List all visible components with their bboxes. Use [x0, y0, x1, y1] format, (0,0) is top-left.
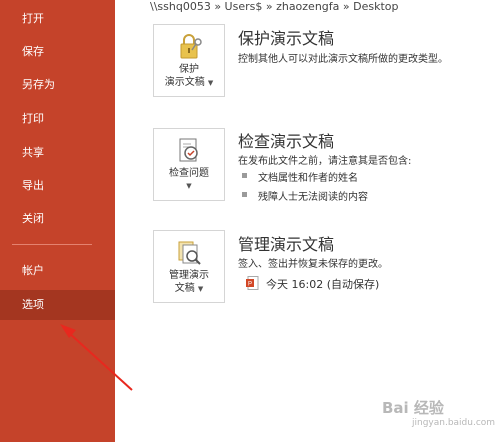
protect-presentation-button[interactable]: 保护 演示文稿 ▼ [153, 24, 225, 97]
sidebar-item-save-as[interactable]: 另存为 [0, 70, 115, 100]
sidebar-item-close[interactable]: 关闭 [0, 204, 115, 234]
autosave-version-link[interactable]: 今天 16:02 (自动保存) [266, 276, 379, 292]
protect-section-title: 保护演示文稿 [238, 29, 335, 48]
baidu-watermark-sub: jingyan.baidu.com [412, 418, 496, 428]
inspect-bullet-item: 残障人士无法阅读的内容 [258, 192, 368, 203]
inspect-document-button[interactable]: 检查问题 ▼ [153, 128, 225, 201]
powerpoint-file-icon[interactable]: P [246, 276, 259, 290]
sidebar-item-print[interactable]: 打印 [0, 104, 115, 134]
inspect-document-icon [179, 138, 198, 162]
inspect-section-title: 检查演示文稿 [238, 132, 335, 151]
manage-document-icon [178, 241, 201, 265]
manage-presentation-button[interactable]: 管理演示 文稿 ▼ [153, 230, 225, 303]
sidebar-item-save[interactable]: 保存 [0, 37, 115, 67]
bullet-icon [242, 192, 247, 197]
lock-key-icon [180, 34, 202, 59]
sidebar-item-account[interactable]: 帐户 [0, 256, 115, 286]
inspect-bullet-item: 文档属性和作者的姓名 [258, 173, 358, 184]
manage-button-label-line2: 文稿 ▼ [174, 283, 204, 294]
sidebar-item-open[interactable]: 打开 [0, 4, 115, 34]
svg-text:P: P [248, 282, 252, 288]
chevron-down-icon: ▼ [186, 182, 192, 190]
sidebar-item-export[interactable]: 导出 [0, 171, 115, 201]
manage-section-description: 签入、签出并恢复未保存的更改。 [238, 259, 388, 270]
inspect-section-description: 在发布此文件之前，请注意其是否包含: [238, 156, 412, 167]
bullet-icon [242, 173, 247, 178]
sidebar-item-share[interactable]: 共享 [0, 138, 115, 168]
sidebar-item-options[interactable]: 选项 [0, 290, 115, 320]
backstage-sidebar: 打开 保存 另存为 打印 共享 导出 关闭 帐户 选项 [0, 0, 115, 442]
protect-button-label-line1: 保护 [179, 64, 199, 75]
chevron-down-icon: ▼ [197, 285, 204, 293]
file-path-breadcrumb: \\sshq0053 » Users$ » zhaozengfa » Deskt… [150, 0, 399, 13]
protect-section-description: 控制其他人可以对此演示文稿所做的更改类型。 [238, 54, 448, 65]
sidebar-divider [12, 244, 92, 245]
chevron-down-icon: ▼ [207, 79, 214, 87]
manage-section-title: 管理演示文稿 [238, 235, 335, 254]
manage-button-label-line1: 管理演示 [169, 270, 209, 281]
protect-button-label-line2: 演示文稿 ▼ [164, 77, 214, 88]
baidu-watermark: Bai 经验 [382, 399, 444, 417]
